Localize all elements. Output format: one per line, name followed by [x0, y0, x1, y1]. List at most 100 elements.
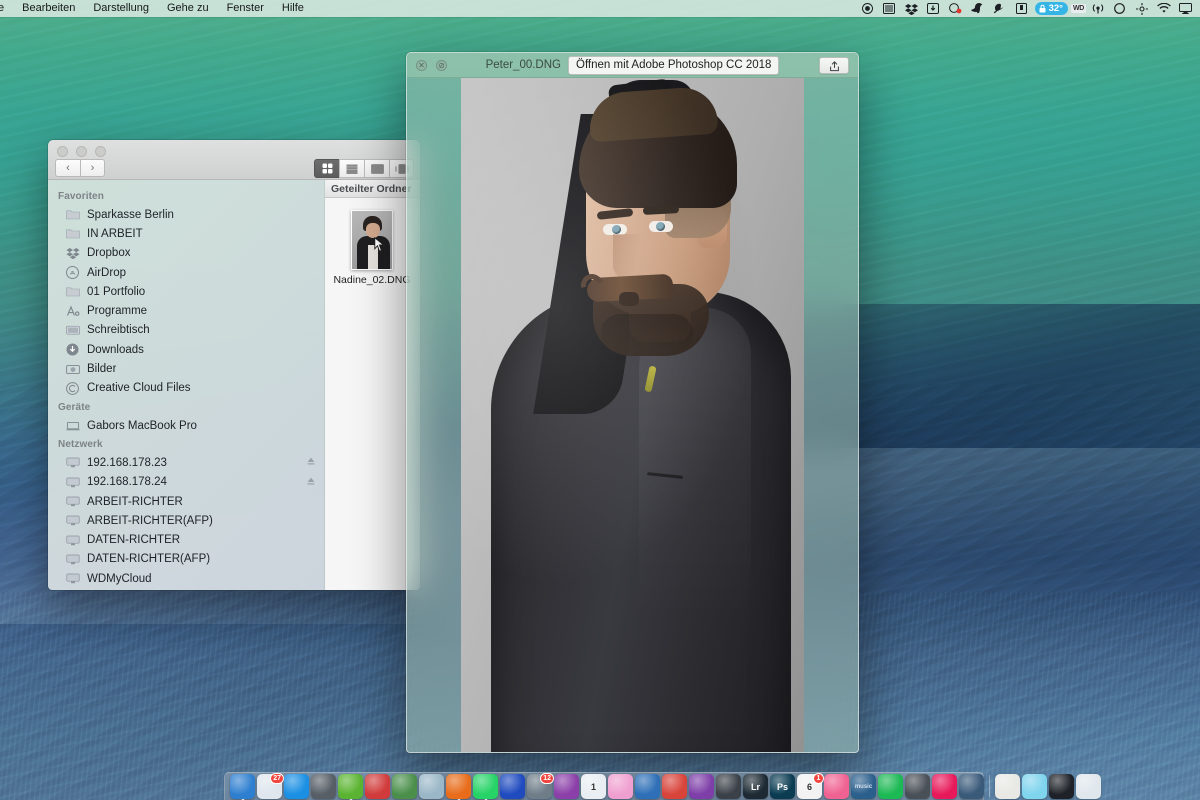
menu-gehe-zu[interactable]: Gehe zu [158, 0, 218, 17]
weather-temperature: 32° [1048, 3, 1063, 14]
dock-item-app-store[interactable] [905, 774, 930, 799]
sidebar-item-dropbox[interactable]: Dropbox [48, 244, 324, 263]
dock-item-red-app[interactable] [932, 774, 957, 799]
dock-item-arrow-app[interactable] [392, 774, 417, 799]
finder-sidebar[interactable]: Favoriten Sparkasse Berlin IN ARBEIT Dro… [48, 180, 325, 590]
sidebar-item-programme[interactable]: Programme [48, 301, 324, 320]
dock-item-mail[interactable]: 27 [257, 773, 284, 799]
dock-item-badge: 27 [270, 773, 284, 784]
view-icons-button[interactable] [314, 159, 339, 178]
dock-item-photoshop[interactable]: Ps [770, 774, 795, 799]
dock-item-photos[interactable] [608, 774, 633, 799]
dock-item-browser-app[interactable] [554, 774, 579, 799]
dock[interactable]: 27 12 1 Lr Ps 6 1 music [224, 772, 1101, 800]
wifi-icon[interactable] [1153, 0, 1174, 17]
sidebar-item-bilder[interactable]: Bilder [48, 359, 324, 378]
eject-icon[interactable] [306, 456, 316, 469]
dock-item-downloads-folder[interactable] [1022, 774, 1047, 799]
dock-item-amazon-music[interactable]: music [851, 774, 876, 799]
finder-titlebar[interactable]: ‹ › [48, 140, 420, 180]
dropbox-icon[interactable] [901, 0, 922, 17]
screen-icon[interactable] [879, 0, 900, 17]
airplay-icon[interactable] [1175, 0, 1196, 17]
sidebar-item-arbeit-richter[interactable]: ARBEIT-RICHTER [48, 492, 324, 511]
forward-button[interactable]: › [80, 159, 105, 177]
circle-icon[interactable] [1109, 0, 1130, 17]
sidebar-item-downloads[interactable]: Downloads [48, 340, 324, 359]
file-thumbnail[interactable] [351, 210, 393, 270]
dock-item-spotify[interactable] [878, 774, 903, 799]
download-arrow-icon[interactable] [923, 0, 944, 17]
menu-hilfe[interactable]: Hilfe [273, 0, 313, 17]
wd-drive-icon[interactable]: WD [1070, 4, 1086, 13]
dock-item-calendar[interactable]: 61 [797, 773, 824, 799]
preview-window[interactable]: ✕ ⊘ Peter_00.DNG Öffnen mit Adobe Photos… [406, 52, 859, 753]
dock-item-lightroom[interactable]: Lr [743, 774, 768, 799]
sidebar-item-wdmycloud[interactable]: WDMyCloud [48, 569, 324, 588]
sidebar-item-label: Schreibtisch [87, 324, 150, 337]
sidebar-item-192-168-178-24[interactable]: 192.168.178.24 [48, 473, 324, 492]
dock-item-trash[interactable] [1076, 774, 1101, 799]
sidebar-item-in-arbeit[interactable]: IN ARBEIT [48, 224, 324, 243]
sidebar-item-daten-richter-afp[interactable]: DATEN-RICHTER(AFP) [48, 550, 324, 569]
preview-canvas [407, 78, 858, 752]
eject-icon[interactable] [306, 476, 316, 489]
dropbox-icon [65, 246, 80, 260]
dock-item-evernote[interactable] [338, 774, 363, 800]
view-columns-button[interactable] [364, 159, 389, 178]
sidebar-item-schreibtisch[interactable]: Schreibtisch [48, 321, 324, 340]
dock-item-skype[interactable] [419, 774, 444, 799]
file-item[interactable]: Nadine_02.DNG [331, 210, 413, 286]
dock-item-ibooks[interactable] [662, 774, 687, 799]
dock-item-quicktime[interactable] [959, 774, 984, 799]
preview-minimize-button[interactable]: ⊘ [436, 60, 447, 71]
dock-item-screenshot-folder[interactable] [1049, 774, 1074, 799]
dock-item-itunes[interactable] [824, 774, 849, 799]
dock-item-finder[interactable] [230, 774, 255, 800]
sidebar-item-label: Bilder [87, 363, 117, 376]
preview-close-button[interactable]: ✕ [416, 60, 427, 71]
dock-item-kindle[interactable] [365, 774, 390, 799]
open-with-photoshop-button[interactable]: Öffnen mit Adobe Photoshop CC 2018 [568, 55, 780, 75]
antenna-icon[interactable] [1087, 0, 1108, 17]
sidebar-item-creative-cloud-files[interactable]: Creative Cloud Files [48, 379, 324, 398]
sidebar-item-01-portfolio[interactable]: 01 Portfolio [48, 282, 324, 301]
dock-item-affinity-photo[interactable] [689, 774, 714, 799]
crosshair-icon[interactable] [1131, 0, 1152, 17]
dock-item-opera-neon[interactable] [500, 774, 525, 799]
menu-bearbeiten[interactable]: Bearbeiten [13, 0, 84, 17]
dock-item-1password[interactable]: 1 [581, 774, 606, 799]
dock-item-safari[interactable] [284, 774, 309, 799]
finder-close-button[interactable] [57, 146, 68, 157]
dock-item-transmit[interactable]: 12 [527, 773, 554, 799]
finder-minimize-button[interactable] [76, 146, 87, 157]
dock-item-affinity-designer[interactable] [635, 774, 660, 799]
sidebar-item-arbeit-richter-afp[interactable]: ARBEIT-RICHTER(AFP) [48, 511, 324, 530]
sidebar-item-sparkasse-berlin[interactable]: Sparkasse Berlin [48, 205, 324, 224]
book-icon[interactable] [1011, 0, 1032, 17]
dock-item-documents-stack[interactable] [995, 774, 1020, 799]
preview-titlebar[interactable]: ✕ ⊘ Peter_00.DNG Öffnen mit Adobe Photos… [407, 53, 858, 78]
dock-item-camera-app[interactable] [716, 774, 741, 799]
finder-zoom-button[interactable] [95, 146, 106, 157]
view-list-button[interactable] [339, 159, 364, 178]
record-icon[interactable] [857, 0, 878, 17]
weather-status-item[interactable]: 32° [1034, 2, 1068, 15]
back-button[interactable]: ‹ [55, 159, 80, 177]
dot-green-icon[interactable] [945, 0, 966, 17]
sidebar-item-gabors-macbook-pro[interactable]: Gabors MacBook Pro [48, 416, 324, 435]
sidebar-item-airdrop[interactable]: AirDrop [48, 263, 324, 282]
sidebar-item-192-168-178-23[interactable]: 192.168.178.23 [48, 453, 324, 472]
menu-fenster[interactable]: Fenster [218, 0, 273, 17]
menu-darstellung[interactable]: Darstellung [84, 0, 158, 17]
acrobat-icon[interactable] [989, 0, 1010, 17]
dock-item-whatsapp[interactable] [473, 774, 498, 800]
finder-window[interactable]: ‹ › Favoriten Sparkasse Berlin IN ARBEIT… [48, 140, 420, 590]
sidebar-item-daten-richter[interactable]: DATEN-RICHTER [48, 530, 324, 549]
sidebar-item-label: ARBEIT-RICHTER(AFP) [87, 514, 213, 527]
share-button[interactable] [819, 57, 849, 74]
parrot-icon[interactable] [967, 0, 988, 17]
dock-item-launchpad[interactable] [311, 774, 336, 799]
menu-ablage-truncated[interactable]: e [0, 0, 13, 17]
dock-item-firefox[interactable] [446, 774, 471, 800]
